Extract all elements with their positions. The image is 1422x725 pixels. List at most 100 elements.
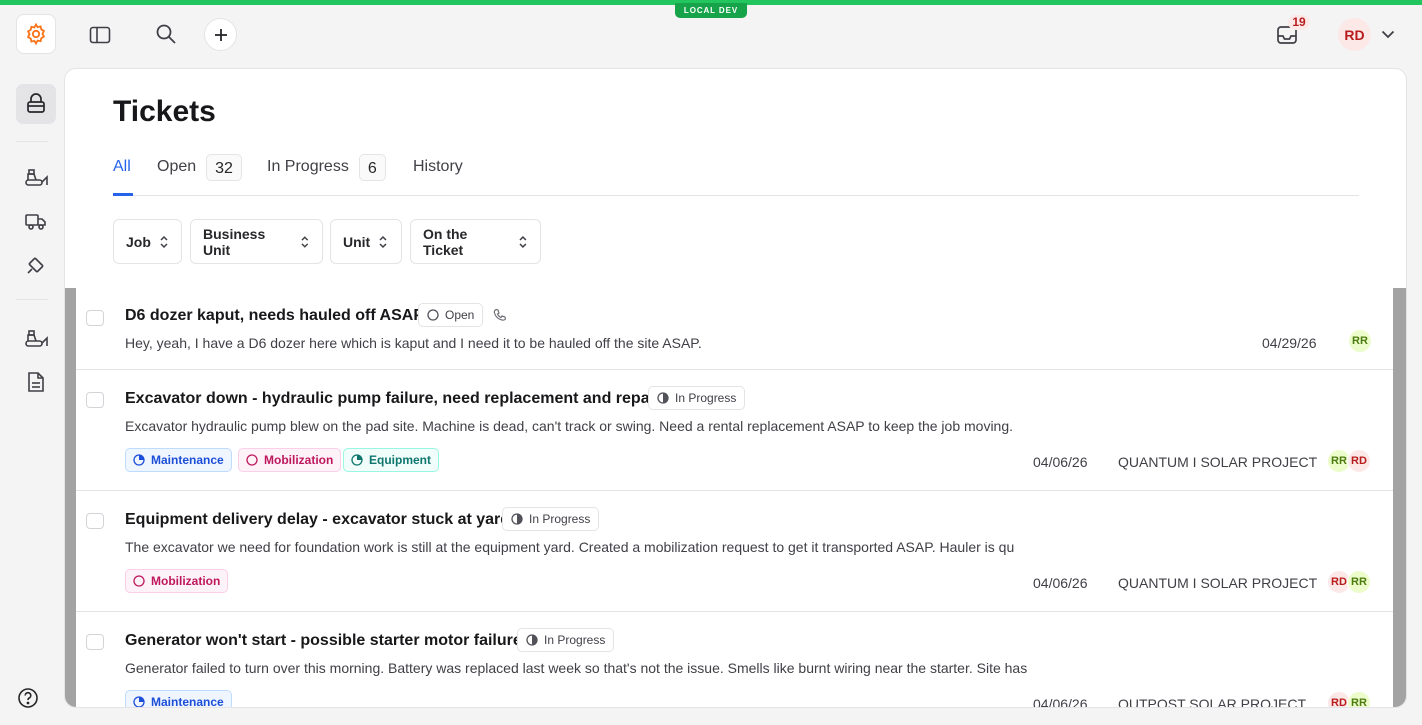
ticket-date: 04/29/26 [1262, 335, 1317, 351]
wrench-icon [27, 257, 44, 274]
tag-label: Maintenance [151, 453, 224, 467]
ticket-title[interactable]: Equipment delivery delay - excavator stu… [125, 511, 510, 529]
assignee-avatar[interactable]: RR [1347, 570, 1371, 594]
row-checkbox[interactable] [86, 310, 104, 326]
tag-maintenance[interactable]: Maintenance [125, 448, 232, 472]
active-tab-indicator [113, 193, 133, 196]
rail-item-documents[interactable] [20, 367, 52, 397]
user-avatar[interactable]: RD [1338, 18, 1371, 51]
row-checkbox[interactable] [86, 392, 104, 408]
plus-icon [214, 28, 227, 41]
sidebar-toggle-icon [89, 26, 111, 44]
filter-unit[interactable]: Unit [330, 219, 402, 264]
filter-business-unit[interactable]: Business Unit [190, 219, 323, 264]
assignee-avatar[interactable]: RR [1347, 691, 1371, 707]
assignee-avatar[interactable]: RR [1348, 329, 1372, 353]
status-in-progress-icon [511, 513, 523, 525]
tag-label: Mobilization [151, 574, 221, 588]
tag-label: Maintenance [151, 695, 224, 708]
create-button[interactable] [204, 18, 237, 51]
filter-label: Unit [343, 233, 371, 250]
status-label: Open [445, 308, 475, 322]
ticket-list-container: D6 dozer kaput, needs hauled off ASAP Op… [65, 288, 1406, 708]
ticket-row[interactable]: Equipment delivery delay - excavator stu… [76, 491, 1393, 612]
status-label: In Progress [675, 391, 737, 405]
status-badge: In Progress [517, 628, 615, 652]
tab-all[interactable]: All [113, 153, 131, 181]
filter-on-the-ticket[interactable]: On the Ticket [410, 219, 541, 264]
search-icon [156, 24, 176, 44]
mobilization-icon [133, 575, 145, 587]
rail-divider [16, 299, 48, 300]
ticket-project: QUANTUM I SOLAR PROJECT [1118, 454, 1318, 470]
rail-item-fleet[interactable] [20, 323, 52, 353]
user-menu-button[interactable] [1378, 24, 1398, 44]
rail-item-tickets[interactable] [16, 84, 56, 124]
tab-in-progress[interactable]: In Progress 6 [267, 153, 386, 181]
bulldozer-icon [25, 330, 48, 347]
filter-label: Business Unit [203, 225, 266, 258]
filter-job[interactable]: Job [113, 219, 182, 264]
row-checkbox[interactable] [86, 634, 104, 650]
ticket-row[interactable]: Excavator down - hydraulic pump failure,… [76, 370, 1393, 491]
tab-label: Open [157, 158, 197, 175]
tab-label: All [113, 158, 131, 175]
maintenance-icon [133, 454, 145, 466]
ticket-row[interactable]: Generator won't start - possible starter… [76, 612, 1393, 708]
ticket-tabs: All Open 32 In Progress 6 History [113, 153, 1359, 196]
tag-label: Equipment [369, 453, 431, 467]
filter-label: Job [126, 233, 151, 250]
ticket-date: 04/06/26 [1033, 696, 1088, 708]
tag-equipment[interactable]: Equipment [343, 448, 439, 472]
tag-mobilization[interactable]: Mobilization [125, 569, 229, 593]
phone-icon [493, 308, 507, 321]
truck-icon [25, 214, 46, 230]
tab-label: History [413, 158, 463, 175]
ticket-list: D6 dozer kaput, needs hauled off ASAP Op… [76, 288, 1393, 708]
help-icon [18, 688, 38, 708]
sidebar-toggle-button[interactable] [86, 21, 114, 49]
ticket-title[interactable]: Generator won't start - possible starter… [125, 632, 522, 650]
chevron-down-icon [1381, 30, 1395, 38]
status-badge: Open [418, 303, 484, 327]
sort-chevrons-icon [519, 235, 527, 248]
maintenance-icon [133, 696, 145, 707]
sort-chevrons-icon [301, 235, 309, 248]
ticket-description: Hey, yeah, I have a D6 dozer here which … [125, 335, 702, 351]
ticket-description: The excavator we need for foundation wor… [125, 539, 1015, 555]
search-button[interactable] [152, 20, 180, 48]
app-logo[interactable] [16, 14, 56, 54]
help-button[interactable] [11, 681, 45, 715]
ticket-title[interactable]: D6 dozer kaput, needs hauled off ASAP [125, 307, 424, 325]
tag-mobilization[interactable]: Mobilization [238, 448, 342, 472]
status-badge: In Progress [502, 507, 600, 531]
rail-item-hauling[interactable] [20, 206, 52, 236]
page-title: Tickets [113, 95, 216, 128]
ticket-description: Generator failed to turn over this morni… [125, 660, 1028, 676]
env-badge: LOCAL DEV [675, 3, 747, 18]
row-checkbox[interactable] [86, 513, 104, 529]
status-label: In Progress [544, 633, 606, 647]
tab-open[interactable]: Open 32 [157, 153, 242, 181]
tag-maintenance[interactable]: Maintenance [125, 690, 232, 708]
equipment-icon [351, 454, 363, 466]
status-in-progress-icon [657, 392, 669, 404]
sort-chevrons-icon [379, 235, 387, 248]
rail-item-equipment[interactable] [20, 162, 52, 192]
status-badge: In Progress [648, 386, 746, 410]
tickets-panel: Tickets All Open 32 In Progress 6 Histor… [64, 68, 1407, 708]
ticket-description: Excavator hydraulic pump blew on the pad… [125, 418, 1014, 434]
ticket-title[interactable]: Excavator down - hydraulic pump failure,… [125, 390, 660, 408]
tab-count: 6 [358, 153, 386, 181]
tab-history[interactable]: History [413, 153, 463, 181]
status-open-icon [427, 309, 439, 321]
tab-label: In Progress [267, 158, 349, 175]
filter-label: On the Ticket [423, 225, 468, 258]
rail-item-maintenance[interactable] [20, 250, 52, 280]
tickets-icon [27, 93, 45, 113]
mobilization-icon [246, 454, 258, 466]
ticket-row[interactable]: D6 dozer kaput, needs hauled off ASAP Op… [76, 288, 1393, 370]
assignee-avatar[interactable]: RD [1347, 449, 1371, 473]
tab-count: 32 [206, 153, 242, 181]
status-in-progress-icon [526, 634, 538, 646]
